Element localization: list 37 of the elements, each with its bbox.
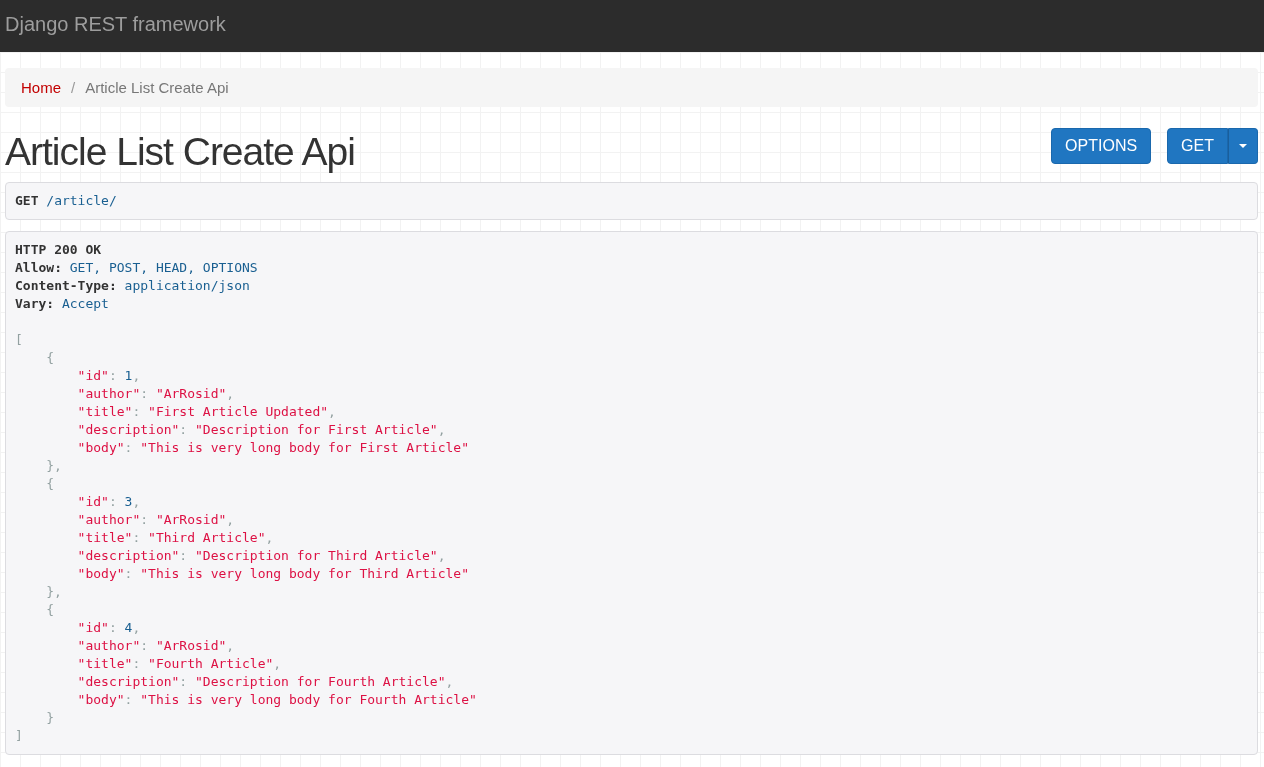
code-line: "description": "Description for Third Article", — [76, 547, 447, 565]
code-line: "author": "ArRosid", — [76, 637, 236, 655]
dropdown-toggle-button[interactable] — [1228, 128, 1258, 164]
brand-link[interactable]: Django REST framework — [0, 0, 226, 48]
breadcrumb-current: Article List Create Api — [85, 79, 229, 96]
code-line: "id": 4, — [76, 619, 142, 637]
code-line: }, — [45, 583, 63, 601]
header-line: Allow: GET, POST, HEAD, OPTIONS — [15, 259, 259, 277]
code-line: "author": "ArRosid", — [76, 385, 236, 403]
header-line: Content-Type: application/json — [15, 277, 251, 295]
options-button[interactable]: OPTIONS — [1051, 128, 1152, 164]
code-line: "title": "Fourth Article", — [76, 655, 283, 673]
code-line: "id": 1, — [76, 367, 142, 385]
code-line: "author": "ArRosid", — [76, 511, 236, 529]
code-line: "id": 3, — [76, 493, 142, 511]
code-line: { — [45, 475, 56, 493]
code-line: "description": "Description for First Article", — [76, 421, 447, 439]
code-line: { — [45, 349, 56, 367]
code-line: } — [45, 709, 56, 727]
code-line: "body": "This is very long body for Third Article" — [76, 565, 470, 583]
page-title: Article List Create Api — [5, 130, 355, 174]
caret-icon — [1239, 144, 1247, 148]
breadcrumb-link[interactable]: Home — [21, 79, 61, 96]
get-button[interactable]: GET — [1167, 128, 1228, 164]
code-line: "body": "This is very long body for Fourth Article" — [76, 691, 478, 709]
code-line: { — [45, 601, 56, 619]
code-line: }, — [45, 457, 63, 475]
code-line: "body": "This is very long body for First Article" — [76, 439, 470, 457]
code-line: "title": "First Article Updated", — [76, 403, 337, 421]
code-line: ] — [15, 727, 24, 745]
request-line: GET /article/ — [15, 192, 118, 210]
code-line: [ — [15, 331, 24, 349]
status-line: HTTP 200 OK — [15, 241, 103, 259]
breadcrumb-separator: / — [71, 79, 76, 96]
code-line: "description": "Description for Fourth Article", — [76, 673, 455, 691]
header-line: Vary: Accept — [15, 295, 110, 313]
code-line: "title": "Third Article", — [76, 529, 275, 547]
